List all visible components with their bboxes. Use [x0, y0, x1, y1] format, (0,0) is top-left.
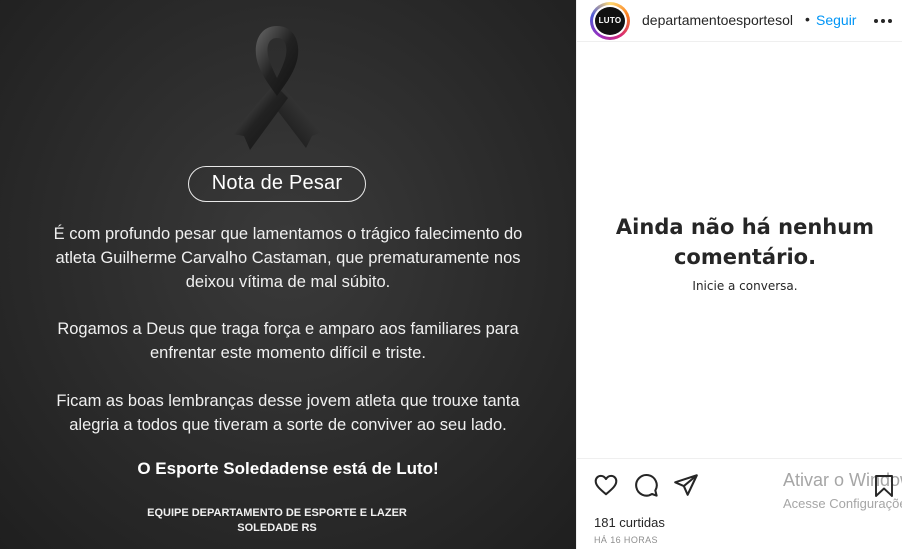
- separator-dot: •: [805, 11, 810, 27]
- post-image[interactable]: Nota de Pesar É com profundo pesar que l…: [0, 0, 576, 549]
- paragraph-line: enfrentar este momento difícil e triste.: [149, 344, 427, 362]
- paragraph-line: atleta Guilherme Carvalho Castaman, que …: [55, 249, 521, 267]
- follow-button[interactable]: Seguir: [816, 12, 856, 28]
- post-paragraph-1: É com profundo pesar que lamentamos o tr…: [20, 222, 556, 294]
- nota-de-pesar-title: Nota de Pesar: [188, 166, 366, 202]
- bookmark-icon[interactable]: [873, 474, 895, 498]
- no-comments-title: Ainda não há nenhum comentário.: [577, 212, 902, 272]
- no-comments-line: comentário.: [673, 245, 817, 269]
- post-side-panel: LUTO departamentoesportesol • Seguir Ain…: [576, 0, 902, 549]
- mourning-ribbon-icon: [232, 26, 322, 150]
- paragraph-line: alegria a todos que tiveram a sorte de c…: [69, 416, 507, 434]
- no-comments-line: Ainda não há nenhum: [615, 215, 875, 239]
- paragraph-line: É com profundo pesar que lamentamos o tr…: [53, 225, 523, 243]
- paragraph-line: deixou vítima de mal súbito.: [185, 273, 391, 291]
- share-icon[interactable]: [673, 472, 699, 498]
- more-options-icon[interactable]: [873, 12, 893, 30]
- luto-statement: O Esporte Soledadense está de Luto!: [137, 459, 439, 478]
- signature-line-1: EQUIPE DEPARTAMENTO DE ESPORTE E LAZER: [147, 507, 407, 519]
- start-conversation-text: Inicie a conversa.: [692, 279, 798, 293]
- avatar-frame: LUTO: [593, 5, 627, 37]
- post-timestamp[interactable]: HÁ 16 HORAS: [594, 535, 658, 545]
- post-header: LUTO departamentoesportesol • Seguir: [577, 0, 902, 42]
- paragraph-line: Ficam as boas lembranças desse jovem atl…: [56, 392, 520, 410]
- post-paragraph-3: Ficam as boas lembranças desse jovem atl…: [20, 389, 556, 437]
- comment-icon[interactable]: [633, 472, 659, 498]
- likes-count[interactable]: 181 curtidas: [594, 515, 665, 530]
- post-paragraph-2: Rogamos a Deus que traga força e amparo …: [20, 317, 556, 365]
- signature-line-2: SOLEDADE RS: [237, 522, 317, 534]
- username-link[interactable]: departamentoesportesol: [642, 12, 793, 28]
- heart-icon[interactable]: [593, 472, 619, 498]
- divider: [577, 458, 902, 459]
- windows-activation-subtitle: Acesse Configurações: [783, 496, 902, 511]
- story-ring[interactable]: LUTO: [590, 2, 630, 40]
- paragraph-line: Rogamos a Deus que traga força e amparo …: [57, 320, 519, 338]
- avatar: LUTO: [595, 7, 625, 35]
